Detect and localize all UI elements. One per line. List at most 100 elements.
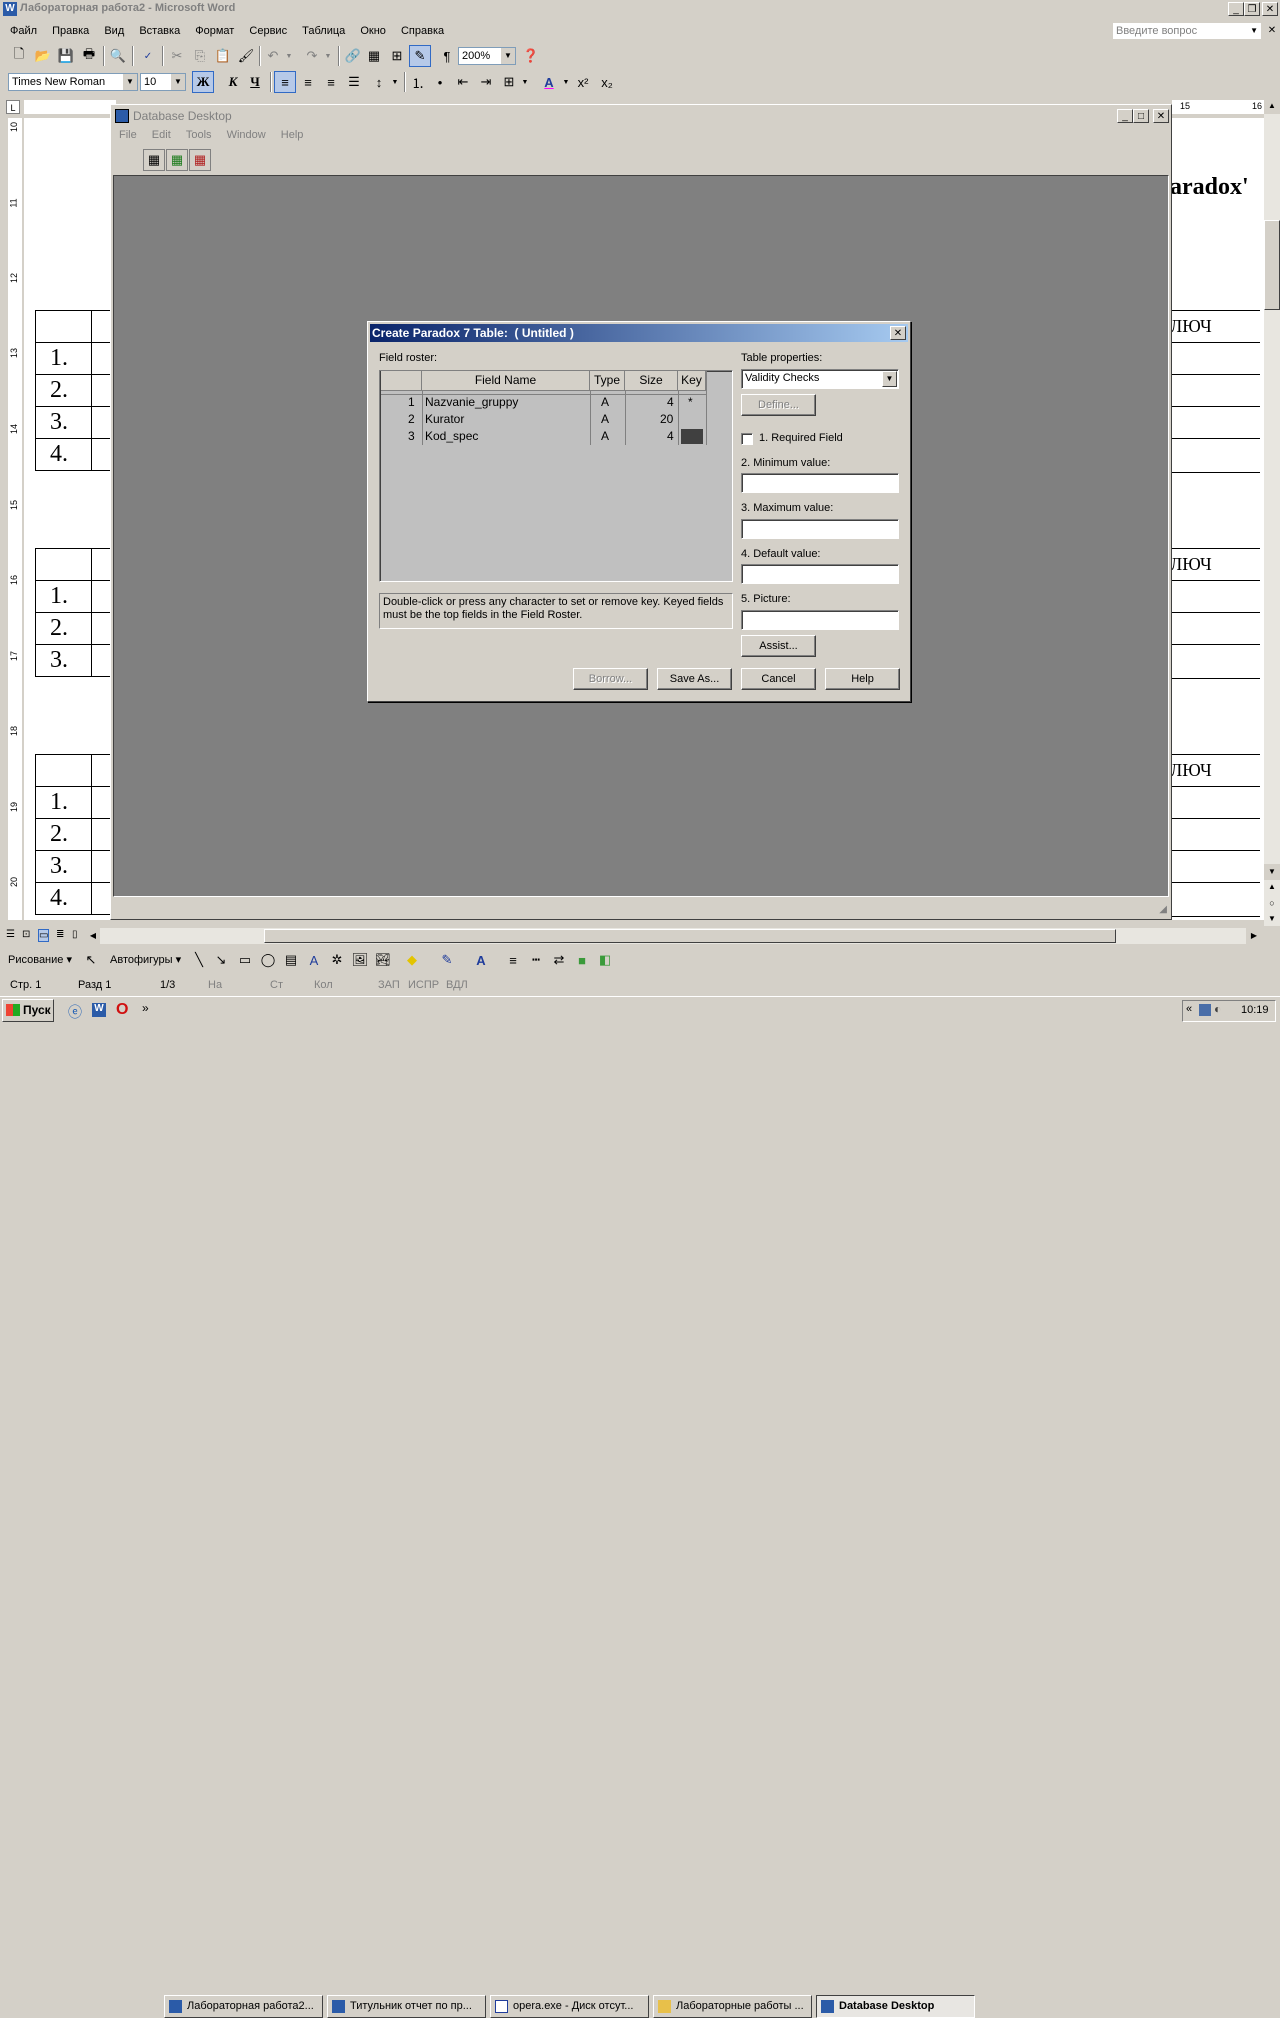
minimum-value-input[interactable] <box>741 473 899 493</box>
horizontal-scrollbar[interactable]: ◀ ▶ <box>86 928 1262 944</box>
menu-edit[interactable]: Правка <box>46 21 95 41</box>
format-painter-icon[interactable]: 🖌 <box>235 45 257 67</box>
network-icon[interactable] <box>1199 1004 1211 1016</box>
help-button[interactable]: Help <box>825 668 900 690</box>
scroll-thumb[interactable] <box>1264 220 1280 310</box>
line-style-icon[interactable]: ≡ <box>502 949 524 971</box>
dbd-menu-help[interactable]: Help <box>275 125 310 145</box>
dbd-minimize-button[interactable]: _ <box>1117 109 1133 123</box>
scroll-down-arrow[interactable]: ▼ <box>1264 864 1280 880</box>
draw-font-color-icon[interactable]: A <box>470 949 492 971</box>
font-size-combo[interactable]: 10 ▼ <box>140 73 186 91</box>
print-layout-icon[interactable]: ▭ <box>38 929 50 942</box>
field-size[interactable]: 4 <box>667 394 674 411</box>
more-quicklaunch-icon[interactable]: » <box>142 1001 149 1015</box>
previous-page-icon[interactable]: ▲ <box>1264 882 1280 896</box>
scroll-up-arrow[interactable]: ▲ <box>1264 98 1280 114</box>
ask-dropdown-icon[interactable]: ▼ <box>1250 23 1258 39</box>
subscript-icon[interactable]: x₂ <box>596 71 618 93</box>
bullets-icon[interactable]: • <box>429 71 451 93</box>
text-box-icon[interactable]: ▤ <box>280 949 302 971</box>
numbering-icon[interactable]: ⒈ <box>407 71 429 93</box>
save-as-button[interactable]: Save As... <box>657 668 732 690</box>
justify-icon[interactable]: ☰ <box>343 71 365 93</box>
picture-input[interactable] <box>741 610 899 630</box>
taskbar-item-dbd[interactable]: Database Desktop <box>816 1995 975 2018</box>
open-query-icon[interactable]: ▦ <box>166 149 188 171</box>
oval-tool-icon[interactable]: ◯ <box>257 949 279 971</box>
field-type[interactable]: A <box>601 394 609 411</box>
rectangle-tool-icon[interactable]: ▭ <box>234 949 256 971</box>
tab-selector[interactable]: L <box>6 100 20 114</box>
dbd-close-button[interactable]: ✕ <box>1153 109 1169 123</box>
field-size[interactable]: 4 <box>667 428 674 445</box>
arrow-style-icon[interactable]: ⇄ <box>548 949 570 971</box>
word-icon[interactable]: W <box>92 1003 106 1017</box>
borrow-button[interactable]: Borrow... <box>573 668 648 690</box>
font-name-combo[interactable]: Times New Roman ▼ <box>8 73 138 91</box>
menu-tools[interactable]: Сервис <box>243 21 293 41</box>
field-name[interactable]: Kod_spec <box>425 428 478 445</box>
field-type[interactable]: A <box>601 428 609 445</box>
increase-indent-icon[interactable]: ⇥ <box>475 71 497 93</box>
clock[interactable]: 10:19 <box>1241 1004 1269 1016</box>
drawing-menu-button[interactable]: Рисование ▾ <box>8 953 72 966</box>
open-sql-icon[interactable]: ▦ <box>189 149 211 171</box>
print-preview-icon[interactable]: 🔍 <box>107 45 129 67</box>
line-tool-icon[interactable]: ╲ <box>188 949 210 971</box>
dbd-menu-window[interactable]: Window <box>221 125 272 145</box>
field-name[interactable]: Kurator <box>425 411 464 428</box>
borders-dropdown-icon[interactable]: ▼ <box>514 71 536 93</box>
arrow-tool-icon[interactable]: ↘ <box>210 949 232 971</box>
required-field-checkbox[interactable] <box>741 433 753 445</box>
assist-button[interactable]: Assist... <box>741 635 816 657</box>
open-folder-icon[interactable]: 📂 <box>32 45 54 67</box>
status-trk[interactable]: ИСПР <box>408 977 439 993</box>
menu-help[interactable]: Справка <box>395 21 450 41</box>
close-button[interactable]: ✕ <box>1262 2 1278 16</box>
open-table-icon[interactable]: ▦ <box>143 149 165 171</box>
align-center-icon[interactable]: ≡ <box>297 71 319 93</box>
status-rec[interactable]: ЗАП <box>378 977 400 993</box>
shadow-icon[interactable]: ■ <box>571 949 593 971</box>
ask-question-box[interactable]: Введите вопрос ▼ <box>1112 22 1262 40</box>
browse-object-icon[interactable]: ○ <box>1264 898 1280 912</box>
menu-insert[interactable]: Вставка <box>133 21 186 41</box>
reading-view-icon[interactable]: ▯ <box>72 929 78 940</box>
taskbar-item-word1[interactable]: Лабораторная работа2... <box>164 1995 323 2018</box>
field-name[interactable]: Nazvanie_gruppy <box>425 394 518 411</box>
field-row[interactable]: 1 Nazvanie_gruppy A 4 * <box>380 394 706 411</box>
insert-hyperlink-icon[interactable]: 🔗 <box>342 45 364 67</box>
fill-color-icon[interactable]: ◆ <box>401 949 423 971</box>
new-document-icon[interactable]: 🗋 <box>8 45 30 67</box>
dialog-title-bar[interactable]: Create Paradox 7 Table: ( Untitled ) ✕ <box>370 324 908 342</box>
column-header-type[interactable]: Type <box>590 371 625 391</box>
word-title-bar[interactable]: W Лабораторная работа2 - Microsoft Word … <box>0 0 1280 18</box>
font-size-dropdown-icon[interactable]: ▼ <box>171 74 185 90</box>
picture-icon[interactable]: 🏞 <box>372 949 394 971</box>
web-view-icon[interactable]: ⊡ <box>22 929 30 940</box>
field-roster-grid[interactable]: Field Name Type Size Key 1 Nazvanie_grup… <box>379 370 733 582</box>
maximum-value-input[interactable] <box>741 519 899 539</box>
tables-borders-icon[interactable]: ▦ <box>363 45 385 67</box>
column-header-key[interactable]: Key <box>678 371 706 391</box>
default-value-input[interactable] <box>741 564 899 584</box>
scroll-left-arrow[interactable]: ◀ <box>86 928 100 944</box>
dbd-maximize-button[interactable]: □ <box>1133 109 1149 123</box>
drawing-icon[interactable]: ✎ <box>409 45 431 67</box>
column-header-field-name[interactable]: Field Name <box>422 371 590 391</box>
3d-icon[interactable]: ◧ <box>594 949 616 971</box>
superscript-icon[interactable]: x² <box>572 71 594 93</box>
cut-icon[interactable]: ✂ <box>166 45 188 67</box>
field-row[interactable]: 2 Kurator A 20 <box>380 411 706 428</box>
dash-style-icon[interactable]: ┅ <box>525 949 547 971</box>
line-color-icon[interactable]: ✎ <box>436 949 458 971</box>
normal-view-icon[interactable]: ☰ <box>6 929 15 940</box>
table-properties-select[interactable]: Validity Checks ▼ <box>741 369 899 389</box>
help-icon[interactable]: ❓ <box>520 45 542 67</box>
undo-dropdown-icon[interactable]: ▼ <box>278 45 300 67</box>
bold-button[interactable]: Ж <box>192 71 214 93</box>
ie-icon[interactable]: ⓔ <box>68 1002 82 1022</box>
clipart-icon[interactable]: 🖼 <box>349 949 371 971</box>
opera-icon[interactable]: O <box>116 1001 128 1019</box>
